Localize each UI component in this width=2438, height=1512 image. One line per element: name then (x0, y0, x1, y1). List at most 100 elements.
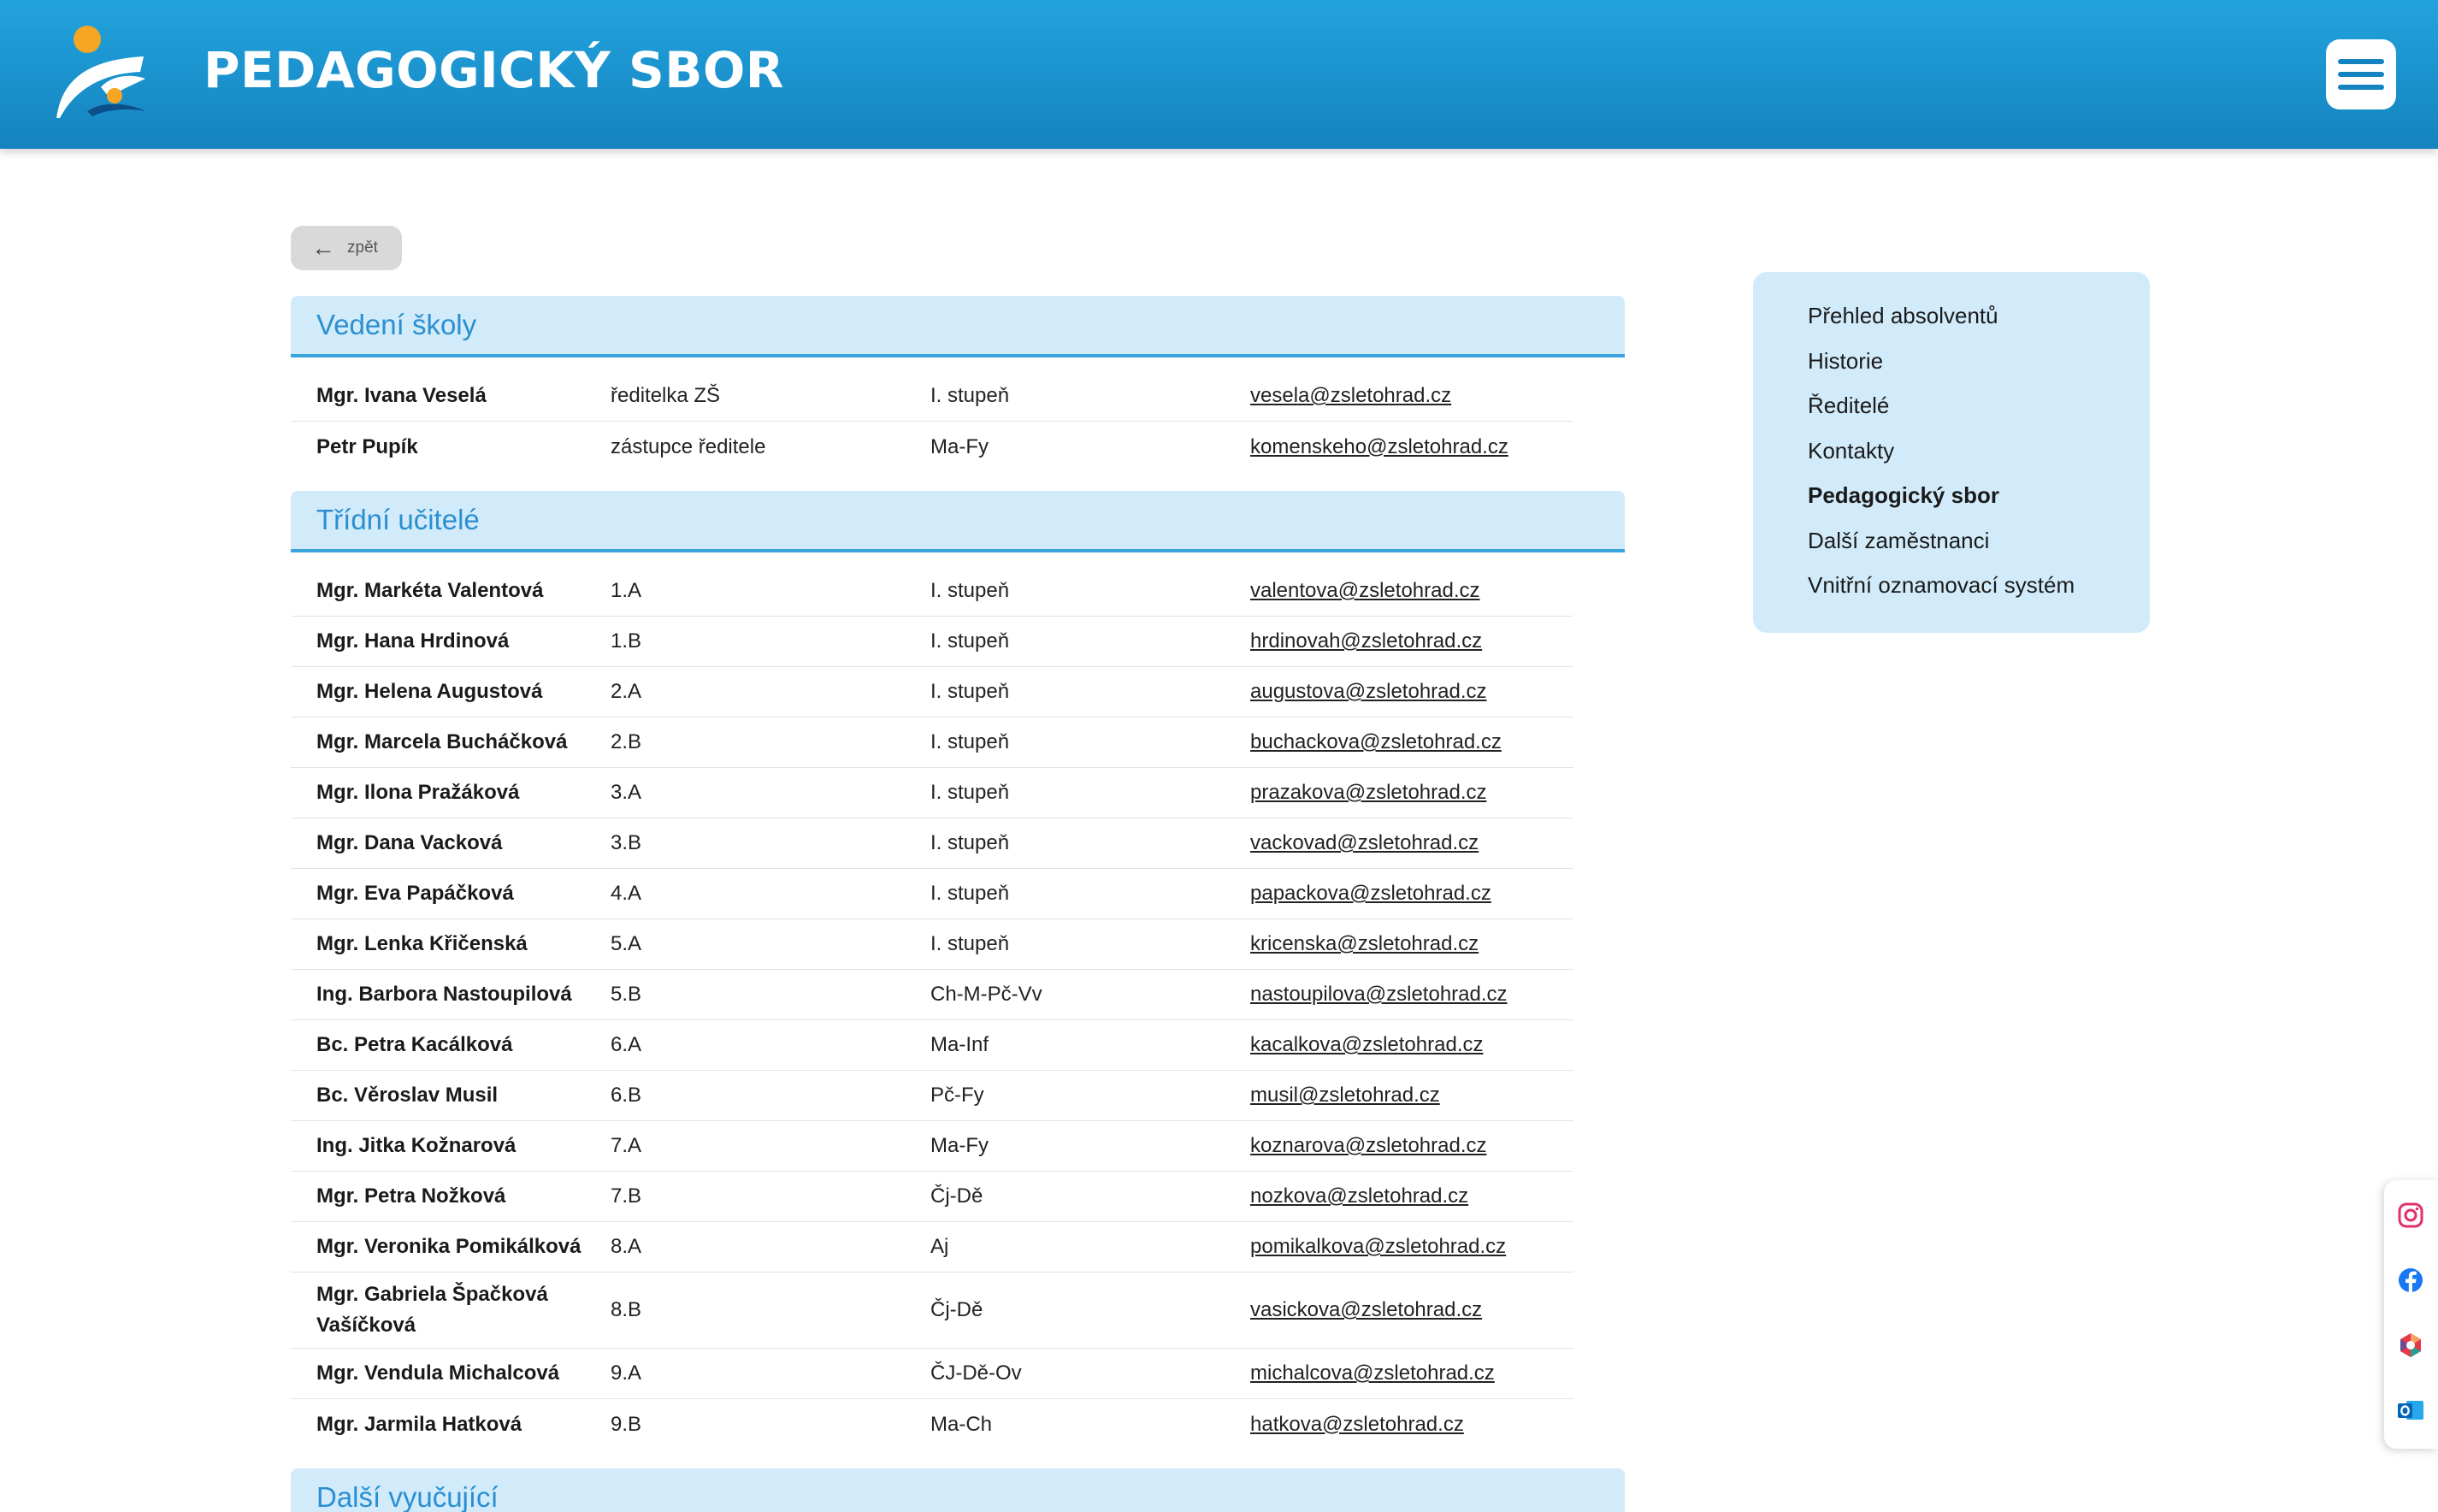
staff-role: 1.A (611, 579, 642, 602)
staff-email-link[interactable]: koznarova@zsletohrad.cz (1250, 1134, 1487, 1158)
table-row: Mgr. Markéta Valentová 1.A I. stupeň valent… (291, 566, 1573, 617)
arrow-left-icon: ← (311, 234, 335, 261)
staff-subject: I. stupeň (930, 932, 1010, 955)
staff-email-link[interactable]: hrdinovah@zsletohrad.cz (1250, 629, 1482, 653)
staff-role: 1.B (611, 629, 642, 653)
facebook-icon[interactable] (2396, 1266, 2425, 1295)
staff-email-link[interactable]: kacalkova@zsletohrad.cz (1250, 1033, 1483, 1057)
instagram-icon[interactable] (2396, 1201, 2425, 1230)
table-row: Petr Pupík zástupce ředitele Ma-Fy komenske… (291, 422, 1573, 472)
staff-email-link[interactable]: buchackova@zsletohrad.cz (1250, 730, 1502, 754)
staff-email-link[interactable]: nastoupilova@zsletohrad.cz (1250, 983, 1508, 1007)
table-row: Mgr. Petra Nožková 7.B Čj-Dě nozkova@zsleto… (291, 1172, 1573, 1222)
staff-name: Mgr. Vendula Michalcová (316, 1361, 560, 1385)
back-button-label: zpět (347, 239, 378, 257)
staff-email-link[interactable]: michalcova@zsletohrad.cz (1250, 1361, 1495, 1385)
staff-email-link[interactable]: kricenska@zsletohrad.cz (1250, 932, 1479, 956)
staff-name: Mgr. Eva Papáčková (316, 882, 514, 905)
staff-email-link[interactable]: komenskeho@zsletohrad.cz (1250, 435, 1508, 459)
sidenav-item[interactable]: Historie (1808, 348, 2150, 393)
sidenav-item[interactable]: Kontakty (1808, 438, 2150, 483)
staff-role: 2.A (611, 680, 642, 703)
staff-subject: I. stupeň (930, 730, 1010, 753)
table-row: Bc. Věroslav Musil 6.B Pč-Fy musil@zsletohr… (291, 1071, 1573, 1121)
side-navigation: Přehled absolventů Historie Ředitelé Kontak… (1753, 272, 2150, 633)
table-row: Mgr. Vendula Michalcová 9.A ČJ-Dě-Ov michal… (291, 1349, 1573, 1399)
staff-email-link[interactable]: hatkova@zsletohrad.cz (1250, 1413, 1464, 1437)
staff-email-link[interactable]: vackovad@zsletohrad.cz (1250, 831, 1479, 855)
section-heading: Třídní učitelé (291, 491, 1625, 552)
staff-name: Mgr. Hana Hrdinová (316, 629, 510, 653)
staff-role: 6.B (611, 1084, 642, 1107)
staff-name: Mgr. Gabriela Špačková Vašíčková (316, 1283, 548, 1337)
school-logo[interactable] (50, 22, 152, 123)
staff-name: Mgr. Helena Augustová (316, 680, 543, 703)
staff-subject: I. stupeň (930, 831, 1010, 854)
staff-name: Mgr. Ilona Pražáková (316, 781, 520, 804)
back-button[interactable]: ← zpět (291, 226, 402, 270)
outlook-icon[interactable] (2396, 1396, 2425, 1425)
staff-subject: I. stupeň (930, 384, 1010, 407)
staff-email-link[interactable]: papackova@zsletohrad.cz (1250, 882, 1491, 906)
sidenav-item[interactable]: Vnitřní oznamovací systém (1808, 572, 2150, 617)
staff-role: 9.A (611, 1361, 642, 1385)
staff-name: Mgr. Veronika Pomikálková (316, 1235, 581, 1258)
staff-role: 3.A (611, 781, 642, 804)
table-row: Mgr. Veronika Pomikálková 8.A Aj pomikalkov… (291, 1222, 1573, 1273)
staff-name: Petr Pupík (316, 434, 418, 458)
staff-role: 2.B (611, 730, 642, 753)
table-row: Mgr. Ilona Pražáková 3.A I. stupeň prazakov… (291, 768, 1573, 818)
bakalari-icon[interactable] (2396, 1331, 2425, 1360)
staff-subject: I. stupeň (930, 882, 1010, 905)
staff-name: Mgr. Petra Nožková (316, 1184, 506, 1208)
staff-role: 5.B (611, 983, 642, 1006)
site-header: PEDAGOGICKÝ SBOR (0, 0, 2438, 149)
staff-email-link[interactable]: pomikalkova@zsletohrad.cz (1250, 1235, 1506, 1259)
staff-subject: Čj-Dě (930, 1298, 983, 1321)
sidenav-item[interactable]: Přehled absolventů (1808, 303, 2150, 348)
staff-role: 8.B (611, 1298, 642, 1321)
social-links-bar (2384, 1180, 2438, 1449)
table-row: Mgr. Hana Hrdinová 1.B I. stupeň hrdinovah@… (291, 617, 1573, 667)
staff-subject: Ma-Fy (930, 434, 989, 458)
staff-role: 6.A (611, 1033, 642, 1056)
staff-email-link[interactable]: prazakova@zsletohrad.cz (1250, 781, 1487, 805)
table-row: Mgr. Ivana Veselá ředitelka ZŠ I. stupeň v… (291, 371, 1573, 422)
staff-role: 7.A (611, 1134, 642, 1157)
staff-email-link[interactable]: musil@zsletohrad.cz (1250, 1084, 1440, 1107)
staff-name: Mgr. Lenka Křičenská (316, 932, 528, 955)
table-row: Mgr. Eva Papáčková 4.A I. stupeň papackova@… (291, 869, 1573, 919)
table-row: Mgr. Gabriela Špačková Vašíčková 8.B Čj-Dě… (291, 1273, 1573, 1349)
table-row: Ing. Jitka Kožnarová 7.A Ma-Fy koznarova@zs… (291, 1121, 1573, 1172)
staff-role: 3.B (611, 831, 642, 854)
sidenav-item[interactable]: Ředitelé (1808, 393, 2150, 438)
section-heading: Další vyučující (291, 1468, 1625, 1512)
staff-email-link[interactable]: nozkova@zsletohrad.cz (1250, 1184, 1468, 1208)
staff-email-link[interactable]: vesela@zsletohrad.cz (1250, 384, 1451, 408)
staff-email-link[interactable]: augustova@zsletohrad.cz (1250, 680, 1487, 704)
staff-email-link[interactable]: vasickova@zsletohrad.cz (1250, 1298, 1482, 1322)
staff-email-link[interactable]: valentova@zsletohrad.cz (1250, 579, 1480, 603)
table-row: Bc. Petra Kacálková 6.A Ma-Inf kacalkova@zs… (291, 1020, 1573, 1071)
page-title: PEDAGOGICKÝ SBOR (204, 41, 784, 99)
table-row: Mgr. Helena Augustová 2.A I. stupeň augusto… (291, 667, 1573, 718)
staff-name: Mgr. Ivana Veselá (316, 384, 487, 407)
staff-name: Bc. Věroslav Musil (316, 1084, 499, 1107)
staff-subject: Ch-M-Pč-Vv (930, 983, 1042, 1006)
staff-role: 4.A (611, 882, 642, 905)
table-row: Ing. Barbora Nastoupilová 5.B Ch-M-Pč-Vv na… (291, 970, 1573, 1020)
staff-list: Vedení školy Mgr. Ivana Veselá ředitelka Z… (291, 296, 1625, 1512)
table-row: Mgr. Jarmila Hatková 9.B Ma-Ch hatkova@zsle… (291, 1399, 1573, 1450)
sidenav-item[interactable]: Pedagogický sbor (1808, 482, 2150, 528)
staff-name: Ing. Jitka Kožnarová (316, 1134, 517, 1157)
staff-table: Mgr. Markéta Valentová 1.A I. stupeň valent… (291, 566, 1573, 1450)
staff-role: 9.B (611, 1412, 642, 1436)
sidenav-item[interactable]: Další zaměstnanci (1808, 528, 2150, 573)
staff-subject: ČJ-Dě-Ov (930, 1361, 1022, 1385)
staff-name: Bc. Petra Kacálková (316, 1033, 513, 1056)
table-row: Mgr. Marcela Bucháčková 2.B I. stupeň bucha… (291, 718, 1573, 768)
table-row: Mgr. Dana Vacková 3.B I. stupeň vackovad@zs… (291, 818, 1573, 869)
staff-subject: I. stupeň (930, 629, 1010, 653)
hamburger-menu-button[interactable] (2326, 39, 2396, 109)
staff-name: Mgr. Marcela Bucháčková (316, 730, 568, 753)
